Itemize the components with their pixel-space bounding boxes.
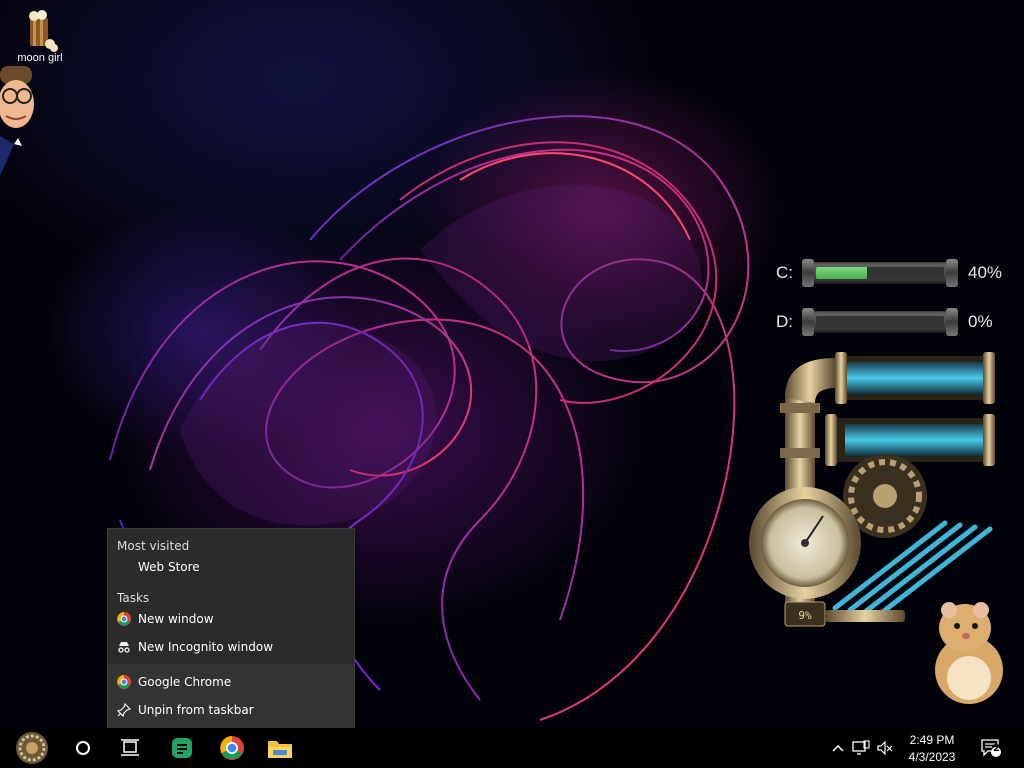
jumplist-item-label: New window [138, 612, 214, 626]
drive-usage-bar [802, 308, 958, 336]
network-tray-button[interactable] [850, 728, 872, 768]
file-explorer-icon [268, 741, 292, 758]
chrome-jump-list: Most visited Web Store Tasks New window … [107, 528, 355, 728]
volume-tray-button[interactable] [874, 728, 896, 768]
taskbar-sheets-app[interactable] [160, 728, 204, 768]
taskbar-chrome-app[interactable] [210, 728, 254, 768]
pipe-gauge-upper [845, 362, 985, 394]
start-button[interactable] [8, 728, 56, 768]
jumplist-heading-most-visited: Most visited [117, 539, 190, 553]
clock-button[interactable]: 2:49 PM 4/3/2023 [900, 728, 964, 768]
jumplist-item-label: Web Store [138, 560, 200, 574]
chrome-icon [116, 674, 132, 690]
drive-usage-fill [816, 267, 868, 279]
jumplist-item-new-incognito-window[interactable]: New Incognito window [108, 634, 354, 660]
chrome-icon [116, 611, 132, 627]
clock-time: 2:49 PM [909, 732, 955, 747]
jumplist-heading-tasks: Tasks [117, 591, 150, 605]
cortana-button[interactable] [64, 728, 102, 768]
drive-percent: 40% [968, 263, 1003, 282]
jumplist-item-label: Unpin from taskbar [138, 703, 254, 717]
task-view-icon [121, 739, 139, 756]
chevron-up-icon [832, 744, 844, 752]
action-center-button[interactable]: 2 [974, 728, 1008, 768]
drive-meter-c: C: 40% [776, 259, 1003, 287]
pipe-gauge-lower [845, 424, 985, 456]
show-hidden-icons-button[interactable] [828, 728, 848, 768]
incognito-icon [116, 639, 132, 655]
sheets-icon [172, 738, 192, 758]
chrome-icon [220, 736, 244, 760]
desktop-icon-label: moon girl [17, 52, 63, 64]
volume-muted-icon [877, 740, 893, 756]
clock-date: 4/3/2023 [908, 749, 956, 764]
start-icon [16, 732, 48, 764]
network-icon [852, 740, 870, 755]
drive-percent: 0% [968, 312, 993, 331]
jumplist-item-web-store[interactable]: Web Store [108, 554, 354, 580]
jumplist-item-label: New Incognito window [138, 640, 274, 654]
unpin-icon [116, 702, 132, 718]
hamster-image [935, 602, 1003, 704]
drive-usage-bar [802, 259, 958, 287]
drive-meter-d: D: 0% [776, 308, 993, 336]
cortana-icon [76, 741, 90, 755]
cartoon-character-icon[interactable] [0, 66, 40, 184]
taskbar: 2:49 PM 4/3/2023 2 [0, 728, 1024, 768]
desktop-icon-moon-girl[interactable]: moon girl [12, 8, 68, 64]
cpu-readout: 9% [798, 609, 812, 622]
jumplist-item-google-chrome[interactable]: Google Chrome [108, 669, 354, 695]
jumplist-item-unpin-from-taskbar[interactable]: Unpin from taskbar [108, 697, 354, 723]
task-view-button[interactable] [110, 728, 150, 768]
jumplist-item-label: Google Chrome [138, 675, 232, 689]
notification-count-badge: 2 [993, 743, 1000, 754]
popcorn-icon [29, 10, 58, 52]
jumplist-item-new-window[interactable]: New window [108, 606, 354, 632]
taskbar-file-explorer-app[interactable] [258, 728, 302, 768]
